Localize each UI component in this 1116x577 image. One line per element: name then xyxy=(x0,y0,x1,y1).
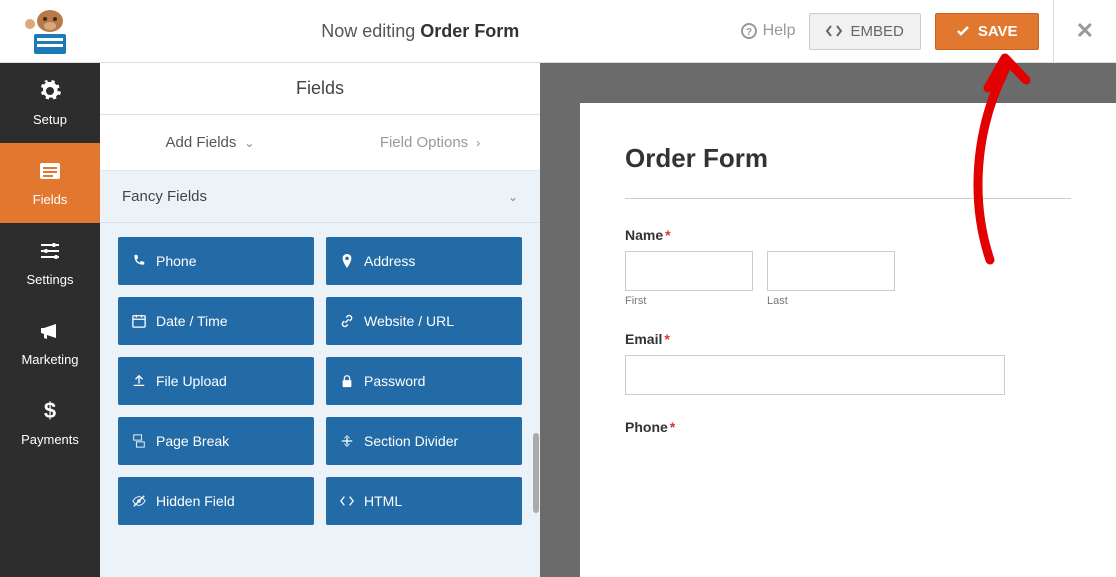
email-input[interactable] xyxy=(625,355,1005,395)
tab-field-options[interactable]: Field Options › xyxy=(320,115,540,170)
embed-button[interactable]: EMBED xyxy=(809,13,920,50)
sidebar-item-setup[interactable]: Setup xyxy=(0,63,100,143)
first-name-input[interactable] xyxy=(625,251,753,291)
dollar-icon: $ xyxy=(38,399,62,426)
field-hidden[interactable]: Hidden Field xyxy=(118,477,314,525)
first-name-group: First xyxy=(625,251,753,307)
field-website[interactable]: Website / URL xyxy=(326,297,522,345)
save-label: SAVE xyxy=(978,23,1018,40)
header-bar: Now editing Order Form ? Help EMBED SAVE… xyxy=(0,0,1116,63)
fields-grid: Phone Address Date / Time Website / URL … xyxy=(100,223,540,539)
sidebar-item-payments[interactable]: $ Payments xyxy=(0,383,100,463)
form-name: Order Form xyxy=(420,21,519,41)
chevron-down-icon: ⌄ xyxy=(508,190,518,204)
form-preview: Order Form Name* First Last Email* Phone… xyxy=(540,63,1116,577)
sidebar-label: Settings xyxy=(27,272,74,287)
editing-title: Now editing Order Form xyxy=(100,21,741,42)
name-row: First Last xyxy=(625,251,1071,307)
tab-label: Field Options xyxy=(380,134,468,151)
editing-prefix: Now editing xyxy=(321,21,420,41)
list-icon xyxy=(38,159,62,186)
form-divider xyxy=(625,198,1071,199)
section-label: Fancy Fields xyxy=(122,188,207,205)
sidebar-label: Setup xyxy=(33,112,67,127)
required-indicator: * xyxy=(665,227,670,243)
pagebreak-icon xyxy=(132,434,146,448)
divider-icon xyxy=(340,434,354,448)
field-html[interactable]: HTML xyxy=(326,477,522,525)
section-fancy-fields[interactable]: Fancy Fields ⌄ xyxy=(100,171,540,223)
required-indicator: * xyxy=(664,331,669,347)
field-password[interactable]: Password xyxy=(326,357,522,405)
name-label: Name* xyxy=(625,227,1071,243)
svg-text:?: ? xyxy=(746,27,752,38)
panel-tabs: Add Fields ⌄ Field Options › xyxy=(100,115,540,171)
upload-icon xyxy=(132,374,146,388)
last-sublabel: Last xyxy=(767,295,895,307)
check-icon xyxy=(956,24,970,38)
sidebar-label: Fields xyxy=(33,192,68,207)
code-icon xyxy=(340,494,354,508)
eye-slash-icon xyxy=(132,494,146,508)
email-group: Email* xyxy=(625,331,1071,395)
tab-add-fields[interactable]: Add Fields ⌄ xyxy=(100,115,320,170)
field-upload[interactable]: File Upload xyxy=(118,357,314,405)
required-indicator: * xyxy=(670,419,675,435)
panel-title: Fields xyxy=(100,63,540,115)
header-actions: ? Help EMBED SAVE xyxy=(741,13,1053,50)
tab-label: Add Fields xyxy=(166,134,237,151)
phone-icon xyxy=(132,254,146,268)
link-icon xyxy=(340,314,354,328)
sidebar-label: Payments xyxy=(21,432,79,447)
gear-icon xyxy=(38,79,62,106)
help-label: Help xyxy=(763,22,796,40)
close-button[interactable]: ✕ xyxy=(1053,0,1116,63)
form-title: Order Form xyxy=(625,143,1071,174)
scrollbar[interactable] xyxy=(532,223,540,539)
chevron-down-icon: ⌄ xyxy=(244,136,254,150)
sliders-icon xyxy=(38,239,62,266)
save-button[interactable]: SAVE xyxy=(935,13,1039,50)
field-divider[interactable]: Section Divider xyxy=(326,417,522,465)
field-datetime[interactable]: Date / Time xyxy=(118,297,314,345)
fields-panel: Fields Add Fields ⌄ Field Options › Fanc… xyxy=(100,63,540,577)
field-address[interactable]: Address xyxy=(326,237,522,285)
first-sublabel: First xyxy=(625,295,753,307)
phone-label: Phone* xyxy=(625,419,1071,435)
sidebar-label: Marketing xyxy=(21,352,78,367)
bullhorn-icon xyxy=(38,319,62,346)
sidebar-item-fields[interactable]: Fields xyxy=(0,143,100,223)
body: Setup Fields Settings Marketing $ Paymen… xyxy=(0,63,1116,577)
pin-icon xyxy=(340,254,354,268)
last-name-input[interactable] xyxy=(767,251,895,291)
code-icon xyxy=(826,24,842,38)
email-label: Email* xyxy=(625,331,1071,347)
form-card: Order Form Name* First Last Email* Phone… xyxy=(580,103,1116,577)
last-name-group: Last xyxy=(767,251,895,307)
chevron-right-icon: › xyxy=(476,136,480,150)
help-link[interactable]: ? Help xyxy=(741,22,796,40)
field-pagebreak[interactable]: Page Break xyxy=(118,417,314,465)
sidebar: Setup Fields Settings Marketing $ Paymen… xyxy=(0,63,100,577)
lock-icon xyxy=(340,374,354,388)
svg-text:$: $ xyxy=(44,399,56,423)
embed-label: EMBED xyxy=(850,23,903,40)
wpforms-logo xyxy=(0,0,100,63)
sidebar-item-settings[interactable]: Settings xyxy=(0,223,100,303)
calendar-icon xyxy=(132,314,146,328)
sidebar-item-marketing[interactable]: Marketing xyxy=(0,303,100,383)
field-phone[interactable]: Phone xyxy=(118,237,314,285)
